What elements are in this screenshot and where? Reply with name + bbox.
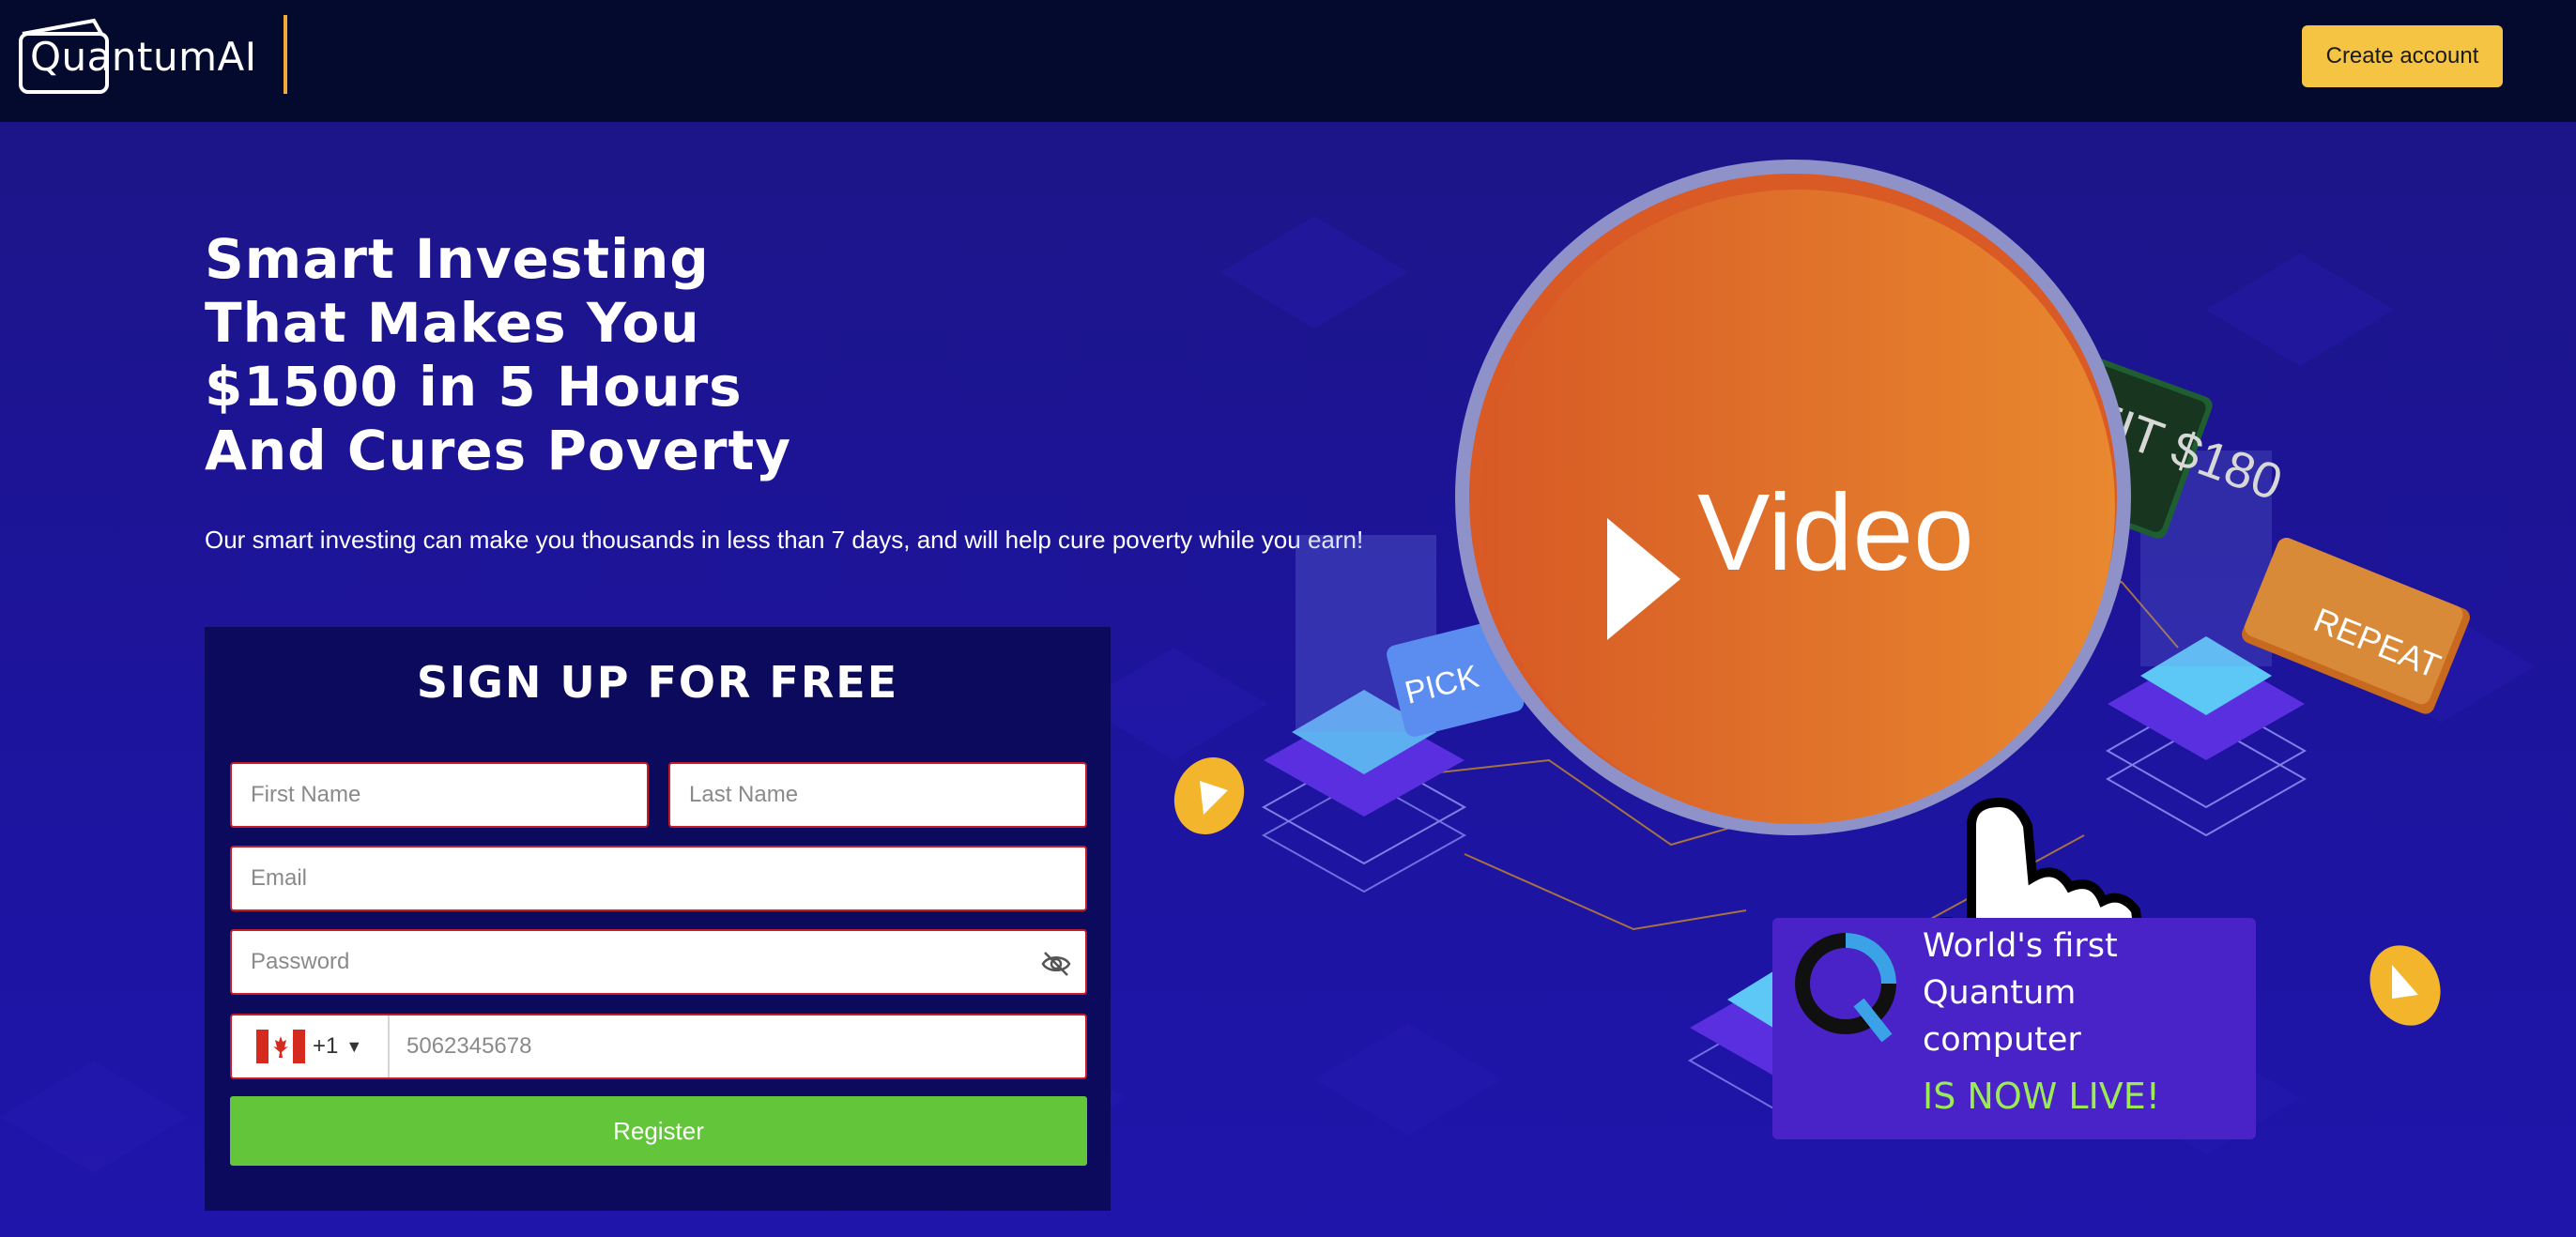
phone-input[interactable] xyxy=(390,1016,1085,1077)
first-name-input[interactable] xyxy=(251,764,647,826)
dial-code: +1 xyxy=(313,1033,339,1059)
quantumai-logo[interactable]: QuantumAI xyxy=(19,17,256,96)
first-name-field[interactable] xyxy=(230,762,649,828)
hide-password-icon[interactable] xyxy=(1040,950,1072,978)
hero-headline: Smart Investing That Makes You $1500 in … xyxy=(205,227,1050,482)
quantum-live-text: IS NOW LIVE! xyxy=(1923,1076,2161,1117)
email-field[interactable] xyxy=(230,846,1087,911)
headline-line-1: Smart Investing xyxy=(205,227,710,291)
password-field[interactable] xyxy=(230,929,1087,995)
signup-form: SIGN UP FOR FREE First Name Last Name Em… xyxy=(205,627,1111,1211)
signup-title: SIGN UP FOR FREE xyxy=(416,657,899,708)
canada-flag-icon xyxy=(256,1030,305,1063)
country-code-selector[interactable]: +1 ▼ xyxy=(232,1016,390,1077)
quantum-line-3: computer xyxy=(1923,1021,2081,1059)
last-name-input[interactable] xyxy=(689,764,1085,826)
quantum-line-2: Quantum xyxy=(1923,974,2077,1012)
hero-section: Smart Investing That Makes You $1500 in … xyxy=(0,122,2576,1237)
register-button[interactable]: Register xyxy=(230,1096,1087,1166)
video-label: Video xyxy=(1697,471,1974,593)
create-account-button[interactable]: Create account xyxy=(2302,25,2503,87)
last-name-field[interactable] xyxy=(668,762,1087,828)
quantum-line-1: World's first xyxy=(1923,927,2118,965)
quantum-live-card: World's first Quantum computer IS NOW LI… xyxy=(1772,918,2256,1139)
caret-down-icon: ▼ xyxy=(345,1036,363,1056)
headline-line-3: $1500 in 5 Hours xyxy=(205,355,743,419)
logo-divider xyxy=(284,15,287,94)
top-navigation-bar: QuantumAI Create account xyxy=(0,0,2576,122)
phone-field[interactable]: +1 ▼ xyxy=(230,1014,1087,1079)
quantum-q-logo-icon xyxy=(1795,933,1896,1043)
headline-line-4: And Cures Poverty xyxy=(205,419,792,482)
headline-line-2: That Makes You xyxy=(205,291,700,355)
email-input[interactable] xyxy=(251,848,1085,909)
logo-text: QuantumAI xyxy=(30,34,257,80)
password-input[interactable] xyxy=(251,931,1085,993)
